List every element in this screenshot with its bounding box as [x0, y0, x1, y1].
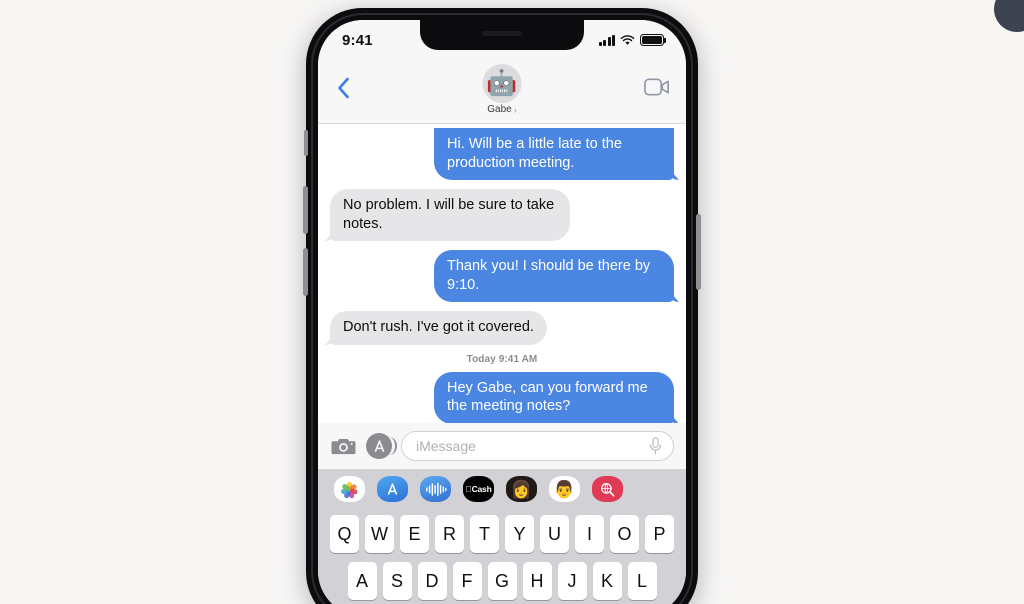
- message-row: Thank you! I should be there by 9:10.: [330, 250, 674, 303]
- volume-up-button[interactable]: [303, 186, 308, 234]
- volume-down-button[interactable]: [303, 248, 308, 296]
- contact-name: Gabe: [487, 104, 512, 115]
- memoji-icon: 👩: [510, 479, 533, 499]
- silent-switch-button[interactable]: [304, 130, 308, 156]
- message-row: Don't rush. I've got it covered.: [330, 311, 674, 345]
- video-camera-icon: [644, 78, 669, 96]
- app-drawer-item-cash[interactable]: Cash: [463, 476, 494, 502]
- app-store-icon: [374, 439, 384, 452]
- keyboard-row-2: A S D F G H J K L: [321, 562, 683, 600]
- key-k[interactable]: K: [592, 562, 622, 600]
- key-g[interactable]: G: [487, 562, 517, 600]
- imessage-app-drawer[interactable]: Cash 👩 👨: [318, 469, 686, 509]
- microphone-icon[interactable]: [648, 437, 663, 455]
- cellular-signal-icon: [598, 34, 615, 46]
- message-row: No problem. I will be sure to take notes…: [330, 189, 674, 242]
- contact-header-button[interactable]: 🤖 Gabe ›: [482, 64, 522, 115]
- key-p[interactable]: P: [645, 515, 674, 553]
- app-drawer-item-audio[interactable]: [420, 476, 451, 502]
- photos-icon: [340, 481, 359, 499]
- iphone-device-frame: 9:41 🤖 Gabe › Hi. Will be a little late …: [303, 8, 701, 604]
- key-a[interactable]: A: [347, 562, 377, 600]
- message-row: Hey Gabe, can you forward me the meeting…: [330, 371, 674, 423]
- message-bubble-outgoing[interactable]: Hey Gabe, can you forward me the meeting…: [434, 371, 674, 423]
- status-bar-time: 9:41: [342, 31, 373, 49]
- camera-icon: [331, 438, 356, 455]
- key-i[interactable]: I: [575, 515, 604, 553]
- key-u[interactable]: U: [540, 515, 569, 553]
- back-button[interactable]: [332, 76, 354, 100]
- message-bubble-outgoing[interactable]: Hi. Will be a little late to the product…: [434, 128, 674, 181]
- message-input-placeholder: iMessage: [416, 438, 476, 454]
- audio-waveform-icon: [425, 482, 446, 496]
- message-timestamp: Today 9:41 AM: [466, 353, 538, 365]
- chevron-right-icon: ›: [513, 104, 517, 115]
- key-o[interactable]: O: [610, 515, 639, 553]
- key-d[interactable]: D: [417, 562, 447, 600]
- screenshot-root: 9:41 🤖 Gabe › Hi. Will be a little late …: [0, 0, 1024, 604]
- earpiece-speaker: [482, 31, 522, 36]
- key-h[interactable]: H: [522, 562, 552, 600]
- phone-screen: 9:41 🤖 Gabe › Hi. Will be a little late …: [318, 20, 686, 604]
- contact-name-row: Gabe ›: [487, 104, 516, 115]
- app-drawer-item-memoji[interactable]: 👩: [506, 476, 537, 502]
- chevron-left-icon: [337, 77, 349, 99]
- apps-button[interactable]: [366, 433, 397, 459]
- facetime-button[interactable]: [644, 78, 670, 98]
- key-f[interactable]: F: [452, 562, 482, 600]
- on-screen-keyboard[interactable]: Q W E R T Y U I O P A S D F G H J K L: [318, 509, 686, 604]
- key-q[interactable]: Q: [330, 515, 359, 553]
- message-thread[interactable]: Hi. Will be a little late to the product…: [318, 124, 686, 423]
- message-input-field[interactable]: iMessage: [401, 431, 674, 461]
- key-j[interactable]: J: [557, 562, 587, 600]
- robot-memoji-avatar: 🤖: [482, 64, 522, 103]
- keyboard-row-1: Q W E R T Y U I O P: [321, 515, 683, 553]
- conversation-header: 🤖 Gabe ›: [318, 60, 686, 124]
- app-store-icon: [387, 482, 398, 495]
- key-e[interactable]: E: [400, 515, 429, 553]
- compose-bar: iMessage: [318, 423, 686, 469]
- app-drawer-item-appstore[interactable]: [377, 476, 408, 502]
- app-drawer-item-photos[interactable]: [334, 476, 365, 502]
- key-t[interactable]: T: [470, 515, 499, 553]
- key-w[interactable]: W: [365, 515, 394, 553]
- key-r[interactable]: R: [435, 515, 464, 553]
- key-s[interactable]: S: [382, 562, 412, 600]
- power-button[interactable]: [696, 214, 701, 290]
- message-bubble-outgoing[interactable]: Thank you! I should be there by 9:10.: [434, 250, 674, 303]
- device-notch: [420, 20, 584, 50]
- image-search-icon: [601, 482, 615, 497]
- message-bubble-incoming[interactable]: Don't rush. I've got it covered.: [330, 311, 547, 345]
- battery-icon: [640, 34, 667, 46]
- app-drawer-item-image-search[interactable]: [592, 476, 623, 502]
- key-l[interactable]: L: [627, 562, 657, 600]
- message-row: Hi. Will be a little late to the product…: [330, 128, 674, 181]
- message-bubble-incoming[interactable]: No problem. I will be sure to take notes…: [330, 189, 570, 242]
- wifi-icon: [620, 34, 635, 45]
- status-bar-indicators: [598, 34, 667, 46]
- camera-button[interactable]: [330, 433, 357, 460]
- sticker-icon: 👨: [553, 479, 576, 499]
- decorative-corner-blob: [994, 0, 1024, 32]
- key-y[interactable]: Y: [505, 515, 534, 553]
- app-drawer-item-stickers[interactable]: 👨: [549, 476, 580, 502]
